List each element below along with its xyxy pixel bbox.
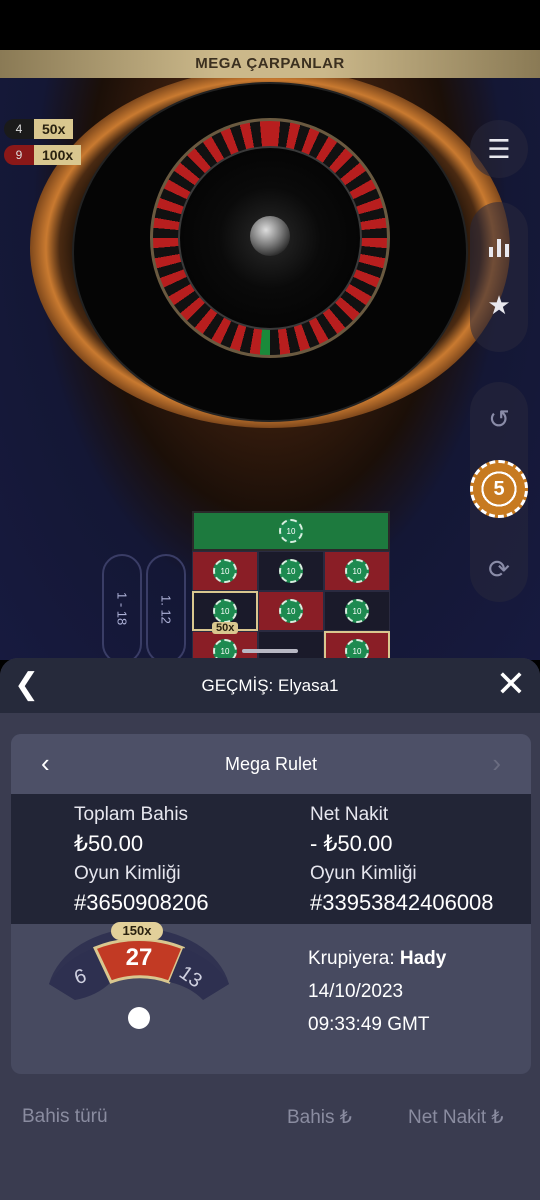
- screen: MEGA ÇARPANLAR 4 50x 9 100x ☰ ★ ↺ ⟳ 5 1: [0, 0, 540, 1200]
- round-id-label: Oyun Kimliği: [310, 863, 417, 884]
- next-round-icon[interactable]: ›: [492, 748, 501, 779]
- menu-pill: ☰: [470, 120, 528, 178]
- multiplier-number: 4: [4, 119, 34, 139]
- result-number: 27: [125, 944, 153, 971]
- close-icon[interactable]: ✕: [494, 666, 528, 702]
- dealer-line: Krupiyera: Hady: [308, 942, 446, 975]
- chip: 10: [213, 559, 237, 583]
- total-bet-value: ₺50.00: [74, 831, 144, 856]
- total-bet-label: Toplam Bahis: [74, 804, 189, 825]
- betting-table: 10 10 10 10 10 10 10 10 10: [192, 511, 390, 660]
- bet-columns-header: Bahis türü Bahis ₺ Net Nakit ₺: [0, 1106, 540, 1136]
- wheel-hub: [250, 216, 290, 256]
- number-cell[interactable]: 10: [192, 631, 258, 660]
- round-card-header: ‹ Mega Rulet ›: [11, 734, 531, 794]
- round-stats: Toplam Bahis ₺50.00 Oyun Kimliği #365090…: [11, 794, 531, 924]
- net-cash-value: - ₺50.00: [310, 831, 393, 856]
- number-cell[interactable]: [258, 631, 324, 660]
- tools-pill: ★: [470, 202, 528, 352]
- drag-handle[interactable]: [242, 649, 298, 653]
- round-time: 09:33:49 GMT: [308, 1014, 430, 1035]
- result-multiplier: 150x: [111, 922, 163, 940]
- multiplier-number: 9: [4, 145, 34, 165]
- bet-type-column: Bahis türü: [22, 1106, 108, 1127]
- game-name: Mega Rulet: [224, 753, 318, 774]
- round-card: ‹ Mega Rulet › Toplam Bahis ₺50.00 Oyun …: [11, 734, 531, 1074]
- menu-icon[interactable]: ☰: [470, 120, 528, 178]
- multiplier-badge: 4 50x: [4, 118, 74, 140]
- number-grid: 10 10 10 10 10 10 10 10: [192, 551, 390, 660]
- game-id-label: Oyun Kimliği: [74, 863, 181, 884]
- previous-round-icon[interactable]: ‹: [41, 748, 50, 779]
- repeat-icon[interactable]: ⟳: [470, 540, 528, 598]
- multiplier-badge: 9 100x: [4, 144, 82, 166]
- number-cell[interactable]: 10: [324, 631, 390, 660]
- net-cash-column: Net Nakit ₺: [408, 1107, 504, 1128]
- back-icon[interactable]: ❮: [14, 668, 46, 702]
- bet-column: Bahis ₺: [287, 1107, 352, 1128]
- net-cash-label: Net Nakit: [310, 804, 389, 825]
- dealer-name: Hady: [399, 948, 447, 969]
- chip: 10: [345, 599, 369, 623]
- stats-icon[interactable]: [470, 218, 528, 276]
- result-area: 150x 27 6 13 Krupiyera: Hady 14/10/2023 …: [11, 922, 531, 1074]
- chip-selector[interactable]: 5: [470, 460, 528, 518]
- chip: 10: [213, 639, 237, 660]
- star-heart-icon[interactable]: ★: [470, 276, 528, 334]
- game-id-value: #3650908206: [74, 890, 209, 915]
- number-cell[interactable]: 10: [258, 591, 324, 631]
- chip: 10: [213, 599, 237, 623]
- chip: 10: [279, 519, 303, 543]
- undo-icon[interactable]: ↺: [470, 390, 528, 448]
- chip: 10: [345, 639, 369, 660]
- chip: 10: [279, 559, 303, 583]
- history-title: GEÇMİŞ: Elyasa1: [201, 675, 339, 695]
- history-header: ❮ GEÇMİŞ: Elyasa1 ✕: [0, 658, 540, 713]
- round-info: Krupiyera: Hady 14/10/2023 09:33:49 GMT: [308, 942, 446, 1041]
- chip: 10: [279, 599, 303, 623]
- history-panel: ❮ GEÇMİŞ: Elyasa1 ✕ ‹ Mega Rulet › Topla…: [0, 649, 540, 1200]
- number-cell[interactable]: 10: [192, 551, 258, 591]
- dealer-label: Krupiyera:: [308, 948, 395, 969]
- zero-cell[interactable]: 10: [192, 511, 390, 551]
- round-id-value: #33953842406008: [310, 890, 494, 915]
- chip: 10: [345, 559, 369, 583]
- round-date: 14/10/2023: [308, 981, 404, 1002]
- mega-multipliers-banner: MEGA ÇARPANLAR: [0, 50, 540, 78]
- number-cell[interactable]: 10: [324, 551, 390, 591]
- number-cell[interactable]: 10: [258, 551, 324, 591]
- number-cell[interactable]: 10: [324, 591, 390, 631]
- multiplier-value: 50x: [34, 119, 74, 139]
- bet-spot-first-dozen[interactable]: 1. 12: [146, 554, 186, 660]
- bet-spot-1-18[interactable]: 1 - 18: [102, 554, 142, 660]
- multiplier-value: 100x: [34, 145, 82, 165]
- game-scene: 4 50x 9 100x ☰ ★ ↺ ⟳ 5 1 - 18 1. 12 10 1…: [0, 78, 540, 660]
- multiplier-tag: 50x: [212, 622, 239, 634]
